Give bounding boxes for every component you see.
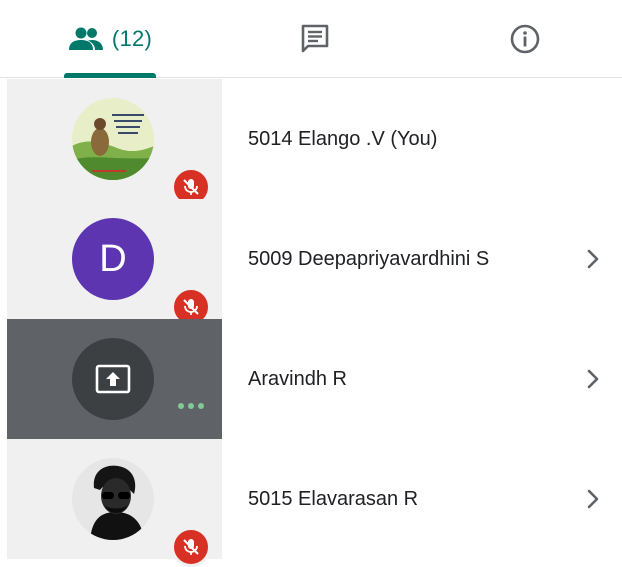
- participant-name: 5014 Elango .V (You): [248, 128, 438, 150]
- tab-chat[interactable]: [230, 0, 400, 78]
- participant-row[interactable]: 5014 Elango .V (You): [0, 79, 622, 207]
- tab-bar: (12): [0, 0, 622, 78]
- info-icon: [510, 24, 540, 54]
- presenting-indicator: [178, 403, 204, 409]
- avatar: [72, 458, 154, 540]
- mic-off-icon: [171, 527, 211, 567]
- avatar: [72, 98, 154, 180]
- participant-name: 5009 Deepapriyavardhini S: [248, 248, 490, 270]
- avatar: [72, 338, 154, 420]
- participant-name: 5015 Elavarasan R: [248, 488, 419, 510]
- avatar: D: [72, 218, 154, 300]
- chevron-right-icon[interactable]: [582, 488, 604, 510]
- present-screen-icon: [95, 364, 131, 394]
- active-tab-indicator: [64, 73, 156, 78]
- tab-people[interactable]: (12): [30, 0, 190, 78]
- people-count: (12): [111, 26, 153, 51]
- participant-row[interactable]: Aravindh R: [0, 319, 622, 439]
- chat-icon: [301, 24, 329, 53]
- chevron-right-icon[interactable]: [582, 248, 604, 270]
- participant-row[interactable]: D 5009 Deepapriyavardhini S: [0, 199, 622, 327]
- tab-info[interactable]: [440, 0, 610, 78]
- chevron-right-icon[interactable]: [582, 368, 604, 390]
- participant-name: Aravindh R: [248, 368, 347, 390]
- participant-row[interactable]: 5015 Elavarasan R: [0, 439, 622, 567]
- people-icon: [68, 27, 103, 50]
